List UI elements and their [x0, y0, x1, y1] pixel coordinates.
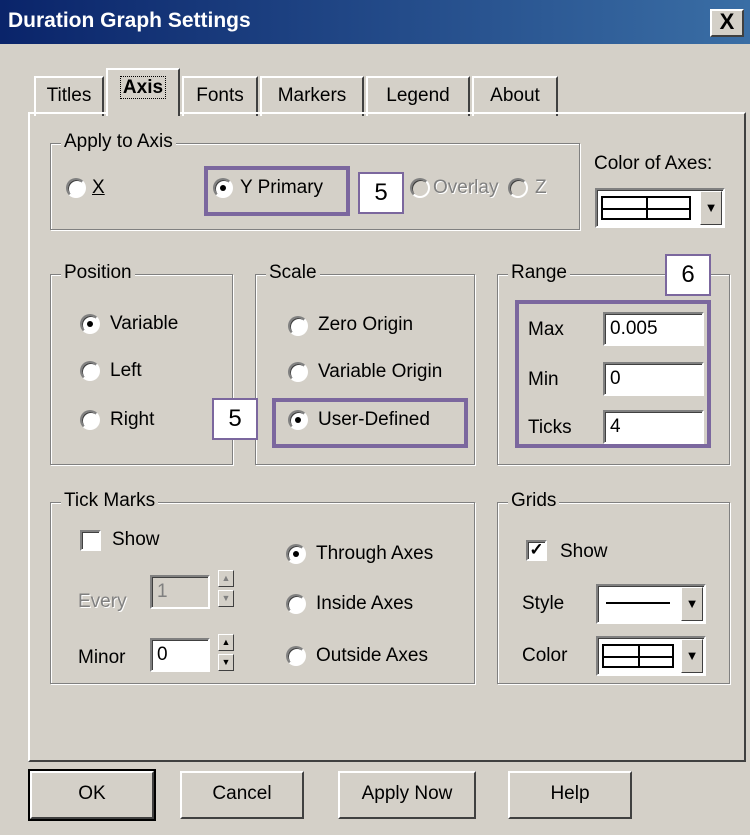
annotation-badge: 5 [358, 172, 404, 214]
grids-color-combo[interactable]: ▼ [596, 636, 706, 676]
axis-x-label: X [92, 176, 105, 200]
tab-titles[interactable]: Titles [34, 76, 104, 116]
color-of-axes-label: Color of Axes: [594, 153, 713, 174]
tab-legend[interactable]: Legend [366, 76, 470, 116]
axis-z-label: Z [535, 177, 547, 198]
label-text: X [92, 177, 105, 198]
tab-label: Axis [119, 76, 167, 99]
tick-through-axes-label: Through Axes [316, 543, 434, 564]
highlight-range [515, 300, 711, 448]
chevron-down-icon[interactable]: ▼ [681, 587, 703, 621]
apply-now-button[interactable]: Apply Now [338, 771, 476, 819]
tick-outside-axes-radio[interactable] [286, 646, 306, 666]
tab-label: Markers [277, 85, 347, 106]
chevron-down-icon[interactable]: ▼ [700, 191, 722, 225]
axis-overlay-radio[interactable] [410, 178, 430, 198]
tick-every-spin-up[interactable]: ▲ [218, 570, 234, 587]
chevron-down-icon[interactable]: ▼ [681, 639, 703, 673]
scale-variable-origin-radio[interactable] [288, 362, 308, 382]
title-bar: Duration Graph Settings X [0, 0, 750, 44]
help-button[interactable]: Help [508, 771, 632, 819]
position-left-radio[interactable] [80, 361, 100, 381]
tick-show-label: Show [112, 529, 160, 550]
color-of-axes-combo[interactable]: ▼ [595, 188, 725, 228]
close-button[interactable]: X [710, 9, 744, 37]
tick-show-checkbox[interactable] [80, 530, 101, 551]
highlight-user-defined [272, 398, 468, 448]
group-legend: Range [508, 262, 570, 284]
position-variable-radio[interactable] [80, 314, 100, 334]
tab-label: Legend [386, 85, 450, 106]
tab-markers[interactable]: Markers [260, 76, 364, 116]
tick-every-spin-down[interactable]: ▼ [218, 590, 234, 607]
tick-through-axes-radio[interactable] [286, 544, 306, 564]
tick-every-label: Every [78, 591, 127, 612]
axis-overlay-label: Overlay [433, 177, 499, 198]
position-variable-label: Variable [110, 313, 179, 334]
grids-show-label: Show [560, 541, 608, 562]
scale-variable-origin-label: Variable Origin [318, 361, 443, 382]
tick-minor-input[interactable]: 0 [150, 638, 210, 672]
position-right-radio[interactable] [80, 410, 100, 430]
ok-button[interactable]: OK [28, 769, 156, 821]
grid-icon [602, 644, 674, 668]
tab-label: Fonts [196, 85, 244, 106]
group-legend: Grids [508, 490, 560, 512]
scale-zero-origin-radio[interactable] [288, 316, 308, 336]
tab-label: Titles [46, 85, 92, 106]
line-style-icon [606, 602, 670, 604]
grids-show-checkbox[interactable]: ✓ [526, 540, 547, 561]
group-legend: Scale [266, 262, 320, 284]
highlight-y-primary [204, 166, 350, 216]
grids-color-label: Color [522, 645, 568, 666]
annotation-badge: 6 [665, 254, 711, 296]
tick-inside-axes-radio[interactable] [286, 594, 306, 614]
grids-style-combo[interactable]: ▼ [596, 584, 706, 624]
tick-minor-label: Minor [78, 647, 126, 668]
tick-minor-spin-up[interactable]: ▲ [218, 634, 234, 651]
scale-zero-origin-label: Zero Origin [318, 314, 414, 335]
axis-z-radio[interactable] [508, 178, 528, 198]
position-left-label: Left [110, 360, 142, 381]
close-icon: X [719, 9, 735, 34]
group-legend: Position [61, 262, 135, 284]
group-legend: Apply to Axis [61, 131, 176, 153]
tick-every-input[interactable]: 1 [150, 575, 210, 609]
position-right-label: Right [110, 409, 155, 430]
grids-style-label: Style [522, 593, 565, 614]
group-legend: Tick Marks [61, 490, 159, 512]
cancel-button[interactable]: Cancel [180, 771, 304, 819]
axis-x-radio[interactable] [66, 178, 86, 198]
annotation-badge: 5 [212, 398, 258, 440]
tab-label: About [490, 85, 540, 106]
tab-about[interactable]: About [472, 76, 558, 116]
grid-icon [601, 196, 691, 220]
tick-inside-axes-label: Inside Axes [316, 593, 414, 614]
window-title: Duration Graph Settings [8, 9, 251, 32]
tab-axis[interactable]: Axis [106, 68, 180, 116]
tick-outside-axes-label: Outside Axes [316, 645, 428, 666]
tab-fonts[interactable]: Fonts [182, 76, 258, 116]
tick-minor-spin-down[interactable]: ▼ [218, 654, 234, 671]
